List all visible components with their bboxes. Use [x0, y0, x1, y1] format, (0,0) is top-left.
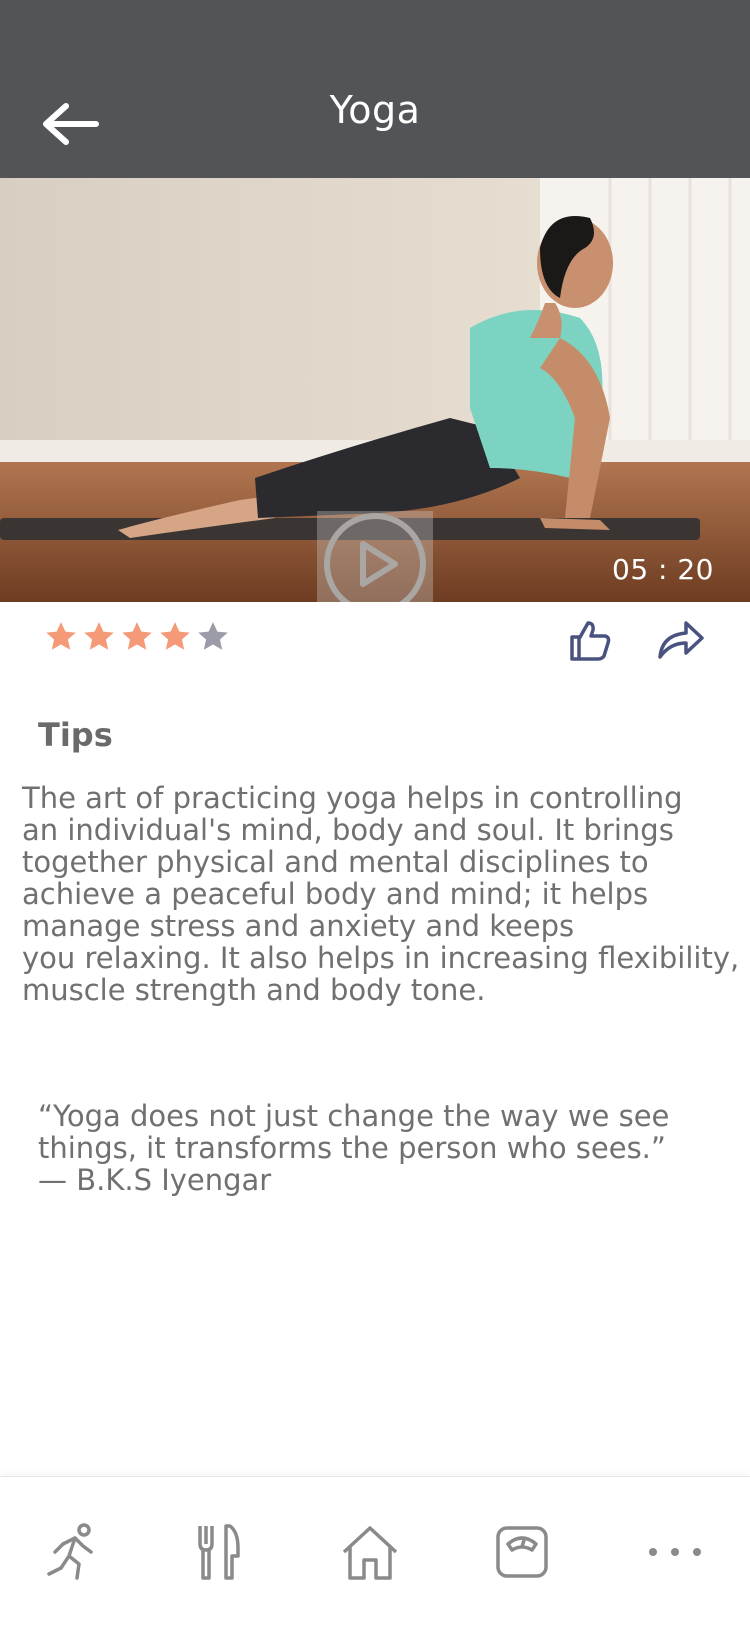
bottom-tab-bar — [0, 1476, 750, 1625]
scale-icon — [496, 1526, 548, 1578]
quote-text: “Yoga does not just change the way we se… — [38, 1099, 670, 1197]
page-title: Yoga — [329, 88, 421, 132]
star-icon[interactable] — [44, 620, 78, 654]
tab-more[interactable] — [640, 1517, 710, 1587]
thumbs-up-icon — [570, 621, 611, 661]
like-button[interactable] — [568, 619, 612, 661]
play-button[interactable] — [317, 511, 433, 602]
video-player[interactable] — [0, 178, 750, 602]
star-icon[interactable] — [82, 620, 116, 654]
tab-diet[interactable] — [185, 1517, 255, 1587]
play-circle-icon — [317, 511, 433, 602]
tab-weight[interactable] — [487, 1517, 557, 1587]
share-arrow-icon — [658, 621, 704, 659]
running-icon — [47, 1523, 93, 1580]
share-button[interactable] — [656, 619, 706, 661]
star-rating[interactable] — [44, 620, 230, 660]
home-icon — [342, 1526, 398, 1580]
star-icon[interactable] — [158, 620, 192, 654]
video-duration: 05 : 20 — [612, 553, 714, 586]
tab-home[interactable] — [335, 1517, 405, 1587]
star-icon[interactable] — [120, 620, 154, 654]
fork-knife-icon — [198, 1524, 240, 1580]
tips-heading: Tips — [38, 716, 113, 754]
app-header: Yoga — [0, 0, 750, 178]
tips-body: The art of practicing yoga helps in cont… — [22, 781, 740, 1007]
tab-activity[interactable] — [38, 1517, 108, 1587]
star-icon[interactable] — [196, 620, 230, 654]
more-dots-icon — [649, 1548, 701, 1556]
